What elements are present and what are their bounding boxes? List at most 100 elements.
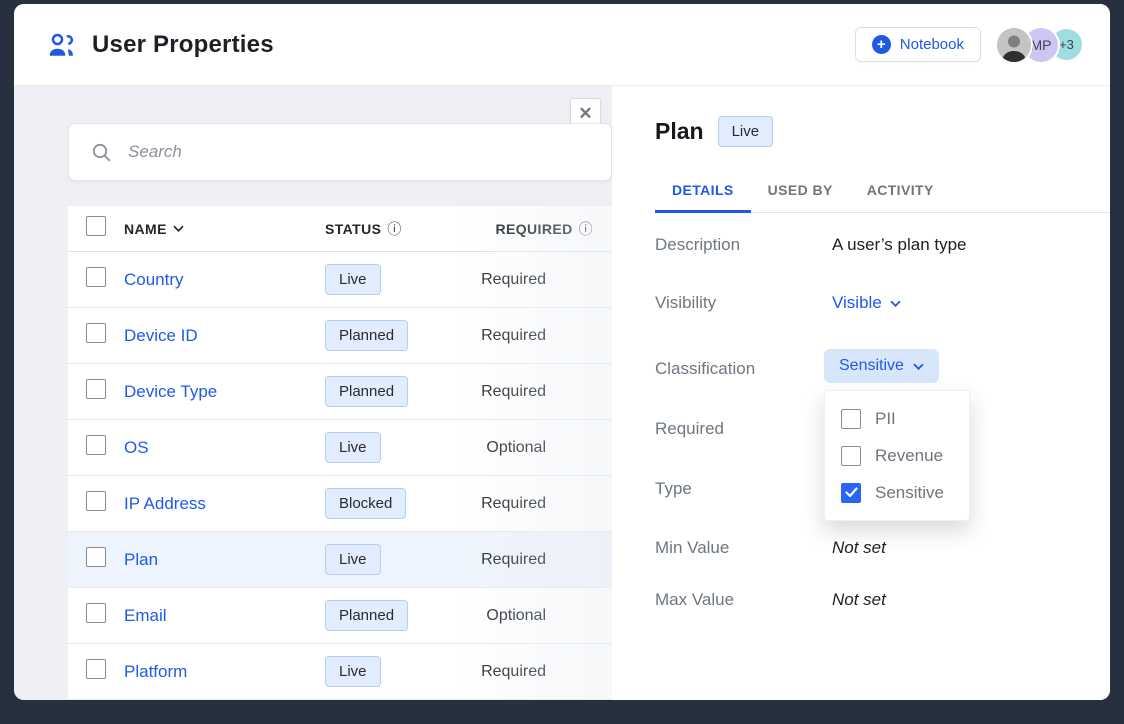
checkbox-cell — [68, 323, 124, 348]
row-checkbox[interactable] — [86, 491, 106, 511]
property-link[interactable]: Device Type — [124, 382, 325, 402]
visibility-dropdown[interactable]: Visible — [832, 293, 901, 313]
field-max-value: Max Value Not set — [655, 590, 1090, 610]
table-row: Device Type Planned Required — [68, 364, 612, 420]
required-value: Optional — [475, 439, 612, 457]
status-badge: Planned — [325, 600, 408, 631]
search-box[interactable] — [68, 123, 612, 181]
status-cell: Live — [325, 544, 475, 575]
detail-tabs: DETAILS USED BY ACTIVITY — [655, 182, 1110, 213]
field-value: Not set — [832, 538, 886, 558]
status-cell: Live — [325, 656, 475, 687]
classification-value: Sensitive — [839, 357, 904, 375]
field-visibility: Visibility Visible — [655, 293, 1090, 313]
status-cell: Blocked — [325, 488, 475, 519]
status-cell: Planned — [325, 376, 475, 407]
dropdown-option-sensitive[interactable]: Sensitive — [841, 483, 969, 503]
row-checkbox[interactable] — [86, 323, 106, 343]
user-properties-window: User Properties + Notebook MP — [14, 4, 1110, 700]
column-header-status[interactable]: STATUS ⓘ — [325, 219, 475, 239]
property-link[interactable]: OS — [124, 438, 325, 458]
app-background: User Properties + Notebook MP — [0, 0, 1124, 724]
select-all-checkbox[interactable] — [86, 216, 106, 236]
dropdown-option-revenue[interactable]: Revenue — [841, 446, 969, 466]
required-value: Required — [475, 383, 612, 401]
main-content: ✕ NAME — [14, 86, 1110, 700]
properties-list-panel: ✕ NAME — [14, 86, 612, 700]
classification-dropdown-trigger[interactable]: Sensitive — [824, 349, 939, 383]
field-min-value: Min Value Not set — [655, 538, 1090, 558]
checkbox-unchecked[interactable] — [841, 446, 861, 466]
status-badge: Live — [325, 544, 381, 575]
status-cell: Planned — [325, 600, 475, 631]
info-icon[interactable]: ⓘ — [387, 219, 401, 239]
plus-icon: + — [872, 35, 891, 54]
column-header-required-label: REQUIRED — [495, 221, 572, 237]
property-link[interactable]: Plan — [124, 550, 325, 570]
property-link[interactable]: Device ID — [124, 326, 325, 346]
avatar-photo[interactable] — [997, 28, 1031, 62]
page-title: User Properties — [92, 31, 274, 59]
chevron-down-icon — [173, 225, 184, 232]
field-label: Min Value — [655, 538, 832, 558]
checkbox-cell — [68, 379, 124, 404]
notebook-button-label: Notebook — [900, 36, 964, 53]
required-value: Required — [475, 271, 612, 289]
field-label: Type — [655, 479, 832, 499]
property-link[interactable]: Email — [124, 606, 325, 626]
row-checkbox[interactable] — [86, 379, 106, 399]
dropdown-option-label: Revenue — [875, 446, 943, 466]
tab-activity[interactable]: ACTIVITY — [850, 182, 951, 213]
row-checkbox[interactable] — [86, 603, 106, 623]
classification-dropdown-menu: PII Revenue Sensitive — [824, 390, 970, 521]
property-link[interactable]: Platform — [124, 662, 325, 682]
property-link[interactable]: Country — [124, 270, 325, 290]
checkbox-cell — [68, 659, 124, 684]
property-name-title: Plan — [655, 118, 704, 145]
required-value: Required — [475, 663, 612, 681]
row-checkbox[interactable] — [86, 547, 106, 567]
column-header-name[interactable]: NAME — [124, 221, 325, 237]
field-label: Description — [655, 235, 832, 255]
search-icon — [91, 142, 112, 163]
notebook-button[interactable]: + Notebook — [855, 27, 981, 62]
dropdown-option-label: Sensitive — [875, 483, 944, 503]
field-value: A user’s plan type — [832, 235, 967, 255]
table-row: IP Address Blocked Required — [68, 476, 612, 532]
chevron-down-icon — [890, 300, 901, 307]
column-header-required[interactable]: REQUIRED ⓘ — [475, 219, 612, 239]
property-link[interactable]: IP Address — [124, 494, 325, 514]
table-row: OS Live Optional — [68, 420, 612, 476]
table-header: NAME STATUS ⓘ REQUIRED ⓘ — [68, 206, 612, 252]
checkbox-cell — [68, 491, 124, 516]
required-value: Optional — [475, 607, 612, 625]
status-badge: Planned — [325, 320, 408, 351]
info-icon[interactable]: ⓘ — [579, 219, 593, 239]
required-value: Required — [475, 495, 612, 513]
row-checkbox[interactable] — [86, 435, 106, 455]
checkbox-checked[interactable] — [841, 483, 861, 503]
checkbox-cell — [68, 435, 124, 460]
column-header-name-label: NAME — [124, 221, 167, 237]
table-row: Platform Live Required — [68, 644, 612, 700]
tab-used-by[interactable]: USED BY — [751, 182, 850, 213]
search-input[interactable] — [128, 142, 589, 162]
dropdown-option-pii[interactable]: PII — [841, 409, 969, 429]
dropdown-option-label: PII — [875, 409, 896, 429]
tab-details[interactable]: DETAILS — [655, 182, 751, 213]
checkbox-unchecked[interactable] — [841, 409, 861, 429]
field-label: Classification — [655, 359, 832, 379]
field-label: Max Value — [655, 590, 832, 610]
checkbox-cell — [68, 267, 124, 292]
checkbox-cell — [68, 603, 124, 628]
select-all-cell — [68, 216, 124, 241]
table-row-selected: Plan Live Required — [68, 532, 612, 588]
header-title-group: User Properties — [46, 30, 274, 60]
row-checkbox[interactable] — [86, 267, 106, 287]
users-icon — [46, 30, 76, 60]
chevron-down-icon — [913, 363, 924, 370]
status-badge: Live — [325, 432, 381, 463]
row-checkbox[interactable] — [86, 659, 106, 679]
status-cell: Live — [325, 264, 475, 295]
header-actions: + Notebook MP +3 — [855, 27, 1082, 62]
